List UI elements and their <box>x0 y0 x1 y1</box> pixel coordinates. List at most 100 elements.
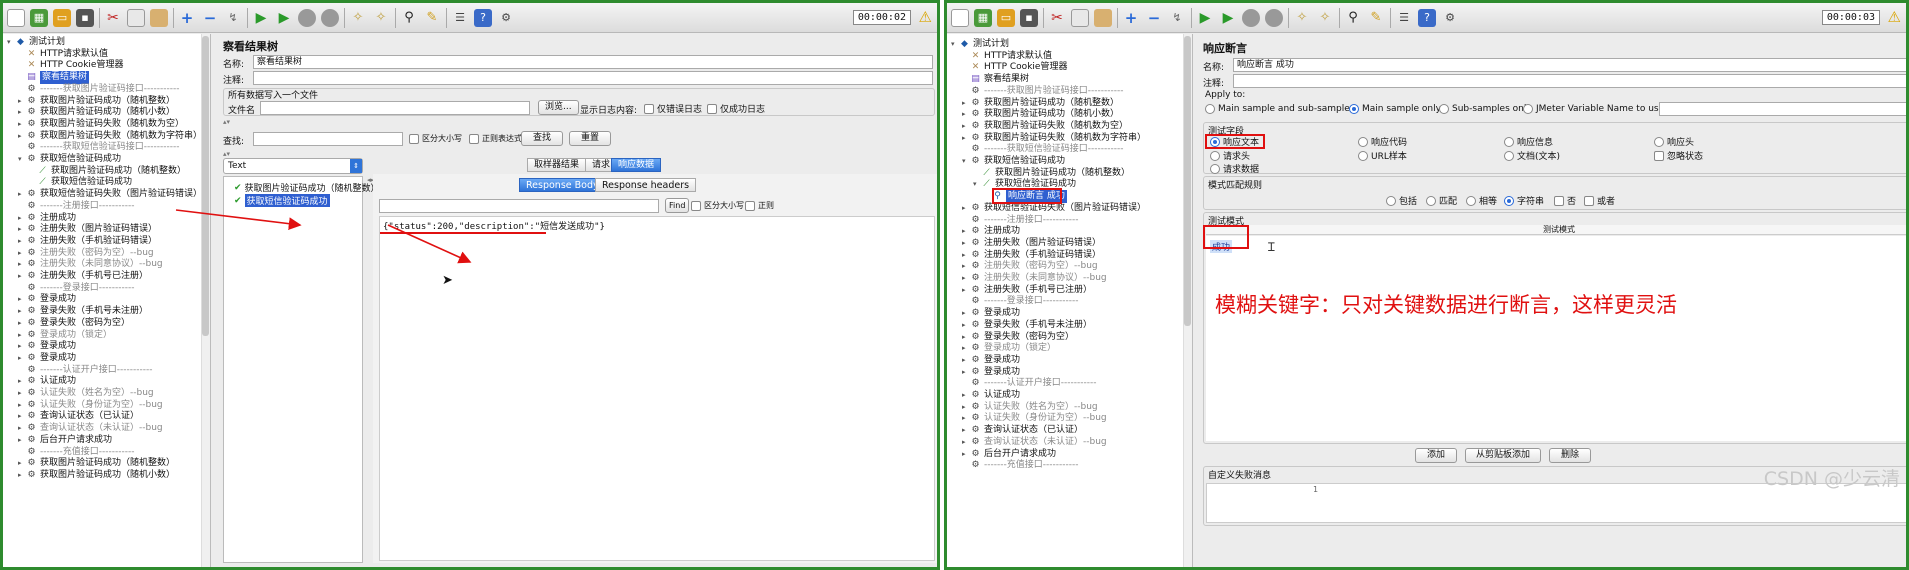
find-button[interactable]: 查找 <box>521 131 563 146</box>
help-icon[interactable]: ? <box>474 8 492 27</box>
name-field[interactable]: 察看结果树 <box>253 55 933 69</box>
collapse-arrow-icon[interactable]: ▾ <box>973 178 981 191</box>
search-field[interactable] <box>253 132 403 146</box>
new-icon[interactable] <box>7 8 25 27</box>
collapse-arrow-icon[interactable]: ▾ <box>18 153 26 166</box>
function-helper-icon[interactable]: ☰ <box>1395 9 1413 27</box>
apply-variable-radio[interactable]: JMeter Variable Name to use <box>1523 104 1664 114</box>
collapse-arrow-icon[interactable]: ▾ <box>7 36 15 49</box>
shutdown-icon[interactable] <box>1265 8 1283 27</box>
add-button[interactable]: 添加 <box>1415 448 1457 463</box>
copy-icon[interactable] <box>127 8 145 27</box>
errors-only-checkbox[interactable]: 仅错误日志 <box>644 102 702 115</box>
comment-field[interactable] <box>253 71 933 85</box>
save-icon[interactable]: ▪ <box>1020 8 1038 27</box>
tab-response-data[interactable]: 响应数据 <box>611 158 662 172</box>
browse-button[interactable]: 浏览... <box>538 100 579 115</box>
apply-main-and-sub-radio[interactable]: Main sample and sub-samples <box>1205 104 1355 114</box>
remote-icon[interactable]: ⚙ <box>1441 9 1459 27</box>
expand-icon[interactable]: + <box>1122 9 1140 27</box>
field-document-radio[interactable]: 文档(文本) <box>1504 149 1560 162</box>
cut-icon[interactable]: ✂ <box>104 9 122 27</box>
field-url-sampled-radio[interactable]: URL样本 <box>1358 149 1407 162</box>
tree-node[interactable]: ⚙ -------充值接口----------- <box>962 459 1078 472</box>
open-icon[interactable]: ▭ <box>53 8 71 27</box>
new-icon[interactable] <box>951 8 969 27</box>
save-icon[interactable]: ▪ <box>76 8 94 27</box>
clear-all-icon[interactable]: ✧ <box>372 9 390 27</box>
field-response-message-radio[interactable]: 响应信息 <box>1504 135 1553 148</box>
filename-field[interactable] <box>260 101 530 115</box>
rule-contains-radio[interactable]: 包括 <box>1386 194 1417 207</box>
regex-small-checkbox[interactable]: 正则 <box>745 200 774 211</box>
expand-icon[interactable]: + <box>178 9 196 27</box>
warning-icon[interactable]: ⚠ <box>1888 8 1901 26</box>
collapse-arrow-icon[interactable]: ▾ <box>951 38 959 51</box>
templates-icon[interactable]: ▦ <box>974 8 992 27</box>
start-no-pause-icon[interactable]: ▶ <box>1219 9 1237 27</box>
name-field[interactable]: 响应断言 成功 <box>1233 58 1906 72</box>
variable-name-field[interactable] <box>1659 102 1906 116</box>
tree-scrollbar-thumb[interactable] <box>202 36 209 336</box>
delete-button[interactable]: 删除 <box>1549 448 1591 463</box>
cut-icon[interactable]: ✂ <box>1048 9 1066 27</box>
renderer-select[interactable]: Text ⇕ <box>223 158 363 174</box>
tree-scrollbar-thumb[interactable] <box>1184 36 1191 326</box>
response-body-text[interactable]: {"status":200,"description":"短信发送成功"} ➤ <box>379 216 935 561</box>
rule-substring-radio[interactable]: 字符串 <box>1504 194 1544 207</box>
rule-or-checkbox[interactable]: 或者 <box>1584 194 1615 207</box>
clear-icon[interactable]: ✧ <box>1293 9 1311 27</box>
collapse-icon[interactable]: − <box>201 9 219 27</box>
result-item[interactable]: ✔ 获取图片验证码成功（随机整数） <box>234 181 380 195</box>
reset-search-icon[interactable]: ✎ <box>423 9 441 27</box>
paste-icon[interactable] <box>150 8 168 27</box>
stop-icon[interactable] <box>1242 8 1260 27</box>
expand-arrow-icon[interactable]: ▸ <box>18 469 26 482</box>
help-icon[interactable]: ? <box>1418 8 1436 27</box>
shutdown-icon[interactable] <box>321 8 339 27</box>
paste-icon[interactable] <box>1094 8 1112 27</box>
splitter-arrows[interactable]: ▴▾ <box>223 118 230 126</box>
success-only-checkbox[interactable]: 仅成功日志 <box>707 102 765 115</box>
reset-search-icon[interactable]: ✎ <box>1367 9 1385 27</box>
subtab-response-body[interactable]: Response Body <box>519 178 606 192</box>
copy-icon[interactable] <box>1071 8 1089 27</box>
field-request-headers-radio[interactable]: 请求头 <box>1210 149 1250 162</box>
apply-main-only-radio[interactable]: Main sample only <box>1349 104 1441 114</box>
body-search-field[interactable] <box>379 199 659 213</box>
regex-checkbox[interactable]: 正则表达式 <box>469 133 522 144</box>
field-response-headers-radio[interactable]: 响应头 <box>1654 135 1694 148</box>
tab-sampler-result[interactable]: 取样器结果 <box>527 158 587 172</box>
collapse-arrow-icon[interactable]: ▾ <box>962 155 970 168</box>
splitter-arrows[interactable]: ▴▾ <box>223 150 230 158</box>
clear-icon[interactable]: ✧ <box>349 9 367 27</box>
remote-icon[interactable]: ⚙ <box>497 9 515 27</box>
field-response-code-radio[interactable]: 响应代码 <box>1358 135 1407 148</box>
search-icon[interactable]: ⚲ <box>400 9 418 27</box>
start-no-pause-icon[interactable]: ▶ <box>275 9 293 27</box>
comment-field[interactable] <box>1233 74 1906 88</box>
tree-scrollbar[interactable] <box>201 34 210 567</box>
result-item[interactable]: ✔ 获取短信验证码成功 <box>234 194 330 207</box>
ignore-status-checkbox[interactable]: 忽略状态 <box>1654 149 1703 162</box>
search-icon[interactable]: ⚲ <box>1344 9 1362 27</box>
stop-icon[interactable] <box>298 8 316 27</box>
reset-button[interactable]: 重置 <box>569 131 611 146</box>
function-helper-icon[interactable]: ☰ <box>451 9 469 27</box>
start-icon[interactable]: ▶ <box>1196 9 1214 27</box>
rule-equals-radio[interactable]: 相等 <box>1466 194 1497 207</box>
warning-icon[interactable]: ⚠ <box>919 8 932 26</box>
collapse-icon[interactable]: − <box>1145 9 1163 27</box>
start-icon[interactable]: ▶ <box>252 9 270 27</box>
tree-node[interactable]: ▸ ⚙ 获取图片验证码成功（随机小数） <box>18 469 175 482</box>
open-icon[interactable]: ▭ <box>997 8 1015 27</box>
subtab-response-headers[interactable]: Response headers <box>595 178 697 192</box>
rule-not-checkbox[interactable]: 否 <box>1554 194 1576 207</box>
rule-matches-radio[interactable]: 匹配 <box>1426 194 1457 207</box>
paste-from-clipboard-button[interactable]: 从剪贴板添加 <box>1465 448 1541 463</box>
find-small-button[interactable]: Find <box>665 198 690 213</box>
toggle-icon[interactable]: ↯ <box>224 9 242 27</box>
field-request-data-radio[interactable]: 请求数据 <box>1210 162 1259 175</box>
apply-sub-only-radio[interactable]: Sub-samples only <box>1439 104 1532 114</box>
toggle-icon[interactable]: ↯ <box>1168 9 1186 27</box>
